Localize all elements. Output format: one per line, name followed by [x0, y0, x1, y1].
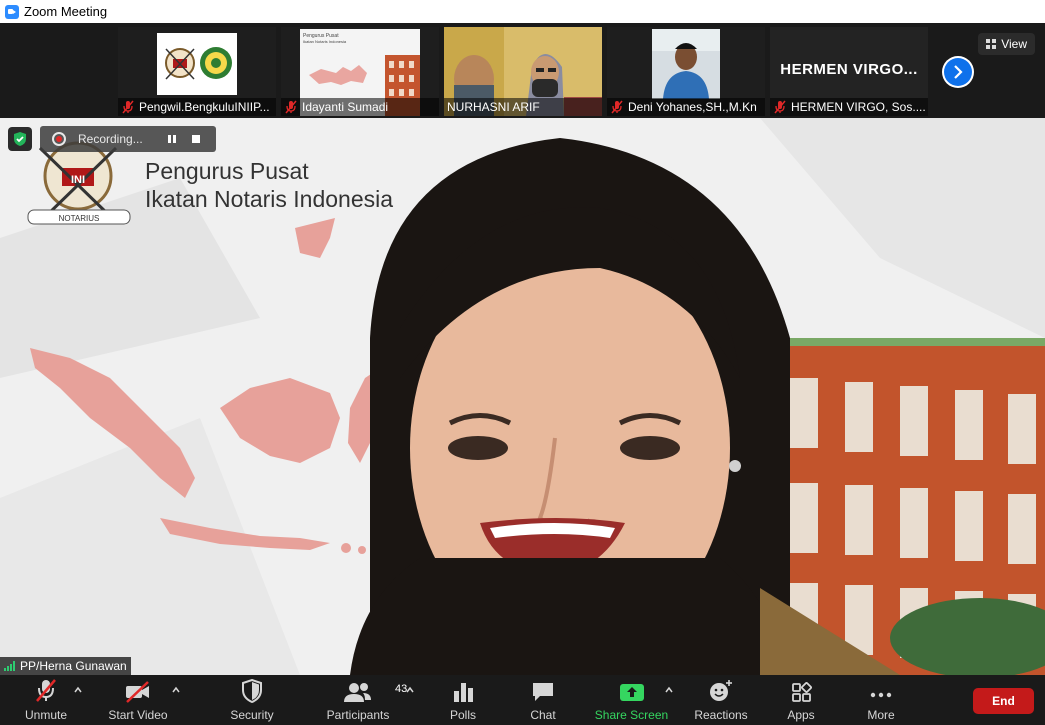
audio-options-chevron-icon[interactable]	[73, 685, 83, 695]
more-label: More	[867, 708, 895, 722]
participant-tile[interactable]: Pengwil.BengkuluINIIP...	[118, 27, 276, 116]
muted-mic-icon	[774, 100, 786, 114]
polls-icon	[454, 683, 473, 702]
title-bar: Zoom Meeting	[0, 0, 1045, 23]
encryption-indicator[interactable]	[8, 127, 32, 151]
security-button[interactable]: Security	[228, 675, 276, 725]
chat-label: Chat	[530, 708, 556, 722]
view-button[interactable]: View	[978, 33, 1035, 55]
unmute-button[interactable]: Unmute	[22, 675, 70, 725]
participants-label: Participants	[326, 708, 390, 722]
share-screen-button[interactable]: Share Screen	[594, 675, 669, 725]
muted-mic-icon	[611, 100, 623, 114]
participant-name-placeholder: HERMEN VIRGO...	[780, 61, 918, 78]
participant-strip: Pengwil.BengkuluINIIP... Pengurus Pusat …	[0, 23, 1045, 118]
next-page-button[interactable]	[942, 56, 974, 88]
apps-label: Apps	[787, 708, 815, 722]
signal-strength-icon	[4, 661, 16, 671]
muted-mic-icon	[36, 679, 56, 702]
more-button[interactable]: More	[862, 675, 900, 725]
participant-name: Deni Yohanes,SH.,M.Kn	[628, 100, 757, 114]
participant-name: NURHASNI ARIF	[447, 100, 540, 114]
participant-name-label: Idayanti Sumadi	[281, 98, 439, 116]
active-speaker-label: PP/Herna Gunawan	[0, 657, 131, 675]
stop-recording-button[interactable]	[184, 129, 208, 149]
share-screen-icon	[619, 684, 644, 701]
muted-mic-icon	[285, 100, 297, 114]
grid-view-icon	[986, 39, 997, 49]
participants-button[interactable]: 43 Participants	[323, 675, 407, 725]
participant-name: HERMEN VIRGO, Sos....	[791, 100, 926, 114]
more-icon	[870, 692, 892, 698]
share-screen-label: Share Screen	[594, 708, 669, 722]
polls-button[interactable]: Polls	[444, 675, 482, 725]
chat-button[interactable]: Chat	[523, 675, 563, 725]
chevron-right-icon	[954, 65, 963, 79]
chat-icon	[533, 683, 553, 701]
security-label: Security	[230, 708, 274, 722]
participant-name-label: Deni Yohanes,SH.,M.Kn	[607, 98, 765, 116]
video-off-icon	[126, 681, 149, 703]
muted-mic-icon	[122, 100, 134, 114]
pause-recording-button[interactable]	[160, 129, 184, 149]
shield-check-icon	[14, 132, 26, 146]
participant-tile[interactable]: HERMEN VIRGO... HERMEN VIRGO, Sos....	[770, 27, 928, 116]
logo-ribbon-text: NOTARIUS	[59, 214, 100, 223]
apps-icon	[792, 682, 812, 702]
zoom-window: Zoom Meeting Pengwil.BengkuluINIIP... Pe…	[0, 0, 1045, 725]
org-title: Pengurus Pusat	[145, 158, 309, 184]
meeting-toolbar: Unmute Start Video Security 43 Participa…	[0, 675, 1045, 725]
video-options-chevron-icon[interactable]	[171, 685, 181, 695]
window-title: Zoom Meeting	[24, 4, 108, 19]
slide-subtitle: Ikatan Notaris Indonesia	[303, 39, 347, 44]
participant-name: Idayanti Sumadi	[302, 100, 389, 114]
logo-text: INI	[71, 174, 85, 186]
participant-tile[interactable]: NURHASNI ARIF	[444, 27, 602, 116]
view-label: View	[1001, 37, 1027, 51]
recording-indicator: Recording...	[40, 126, 216, 152]
participant-name: Pengwil.BengkuluINIIP...	[139, 100, 270, 114]
participant-name-label: Pengwil.BengkuluINIIP...	[118, 98, 276, 116]
participant-tile[interactable]: Deni Yohanes,SH.,M.Kn	[607, 27, 765, 116]
end-meeting-button[interactable]: End	[973, 688, 1034, 714]
share-options-chevron-icon[interactable]	[664, 685, 674, 695]
speaker-name: PP/Herna Gunawan	[20, 659, 127, 673]
participant-name-label: HERMEN VIRGO, Sos....	[770, 98, 928, 116]
start-video-button[interactable]: Start Video	[106, 675, 170, 725]
polls-label: Polls	[449, 708, 476, 722]
reactions-label: Reactions	[694, 708, 748, 722]
org-subtitle: Ikatan Notaris Indonesia	[145, 186, 394, 212]
reactions-button[interactable]: Reactions	[693, 675, 749, 725]
unmute-label: Unmute	[24, 708, 68, 722]
participants-options-chevron-icon[interactable]	[405, 685, 415, 695]
zoom-app-icon	[5, 4, 19, 19]
active-speaker-video: INI NOTARIUS Pengurus Pusat Ikatan Notar…	[0, 118, 1045, 675]
recording-label: Recording...	[78, 132, 143, 146]
participants-icon	[344, 683, 371, 702]
reactions-icon	[710, 680, 732, 701]
participant-tile[interactable]: Pengurus Pusat Ikatan Notaris Indonesia …	[281, 27, 439, 116]
shield-icon	[242, 679, 262, 703]
start-video-label: Start Video	[108, 708, 168, 722]
apps-button[interactable]: Apps	[782, 675, 820, 725]
participant-name-label: NURHASNI ARIF	[444, 98, 602, 116]
record-icon	[52, 132, 66, 146]
